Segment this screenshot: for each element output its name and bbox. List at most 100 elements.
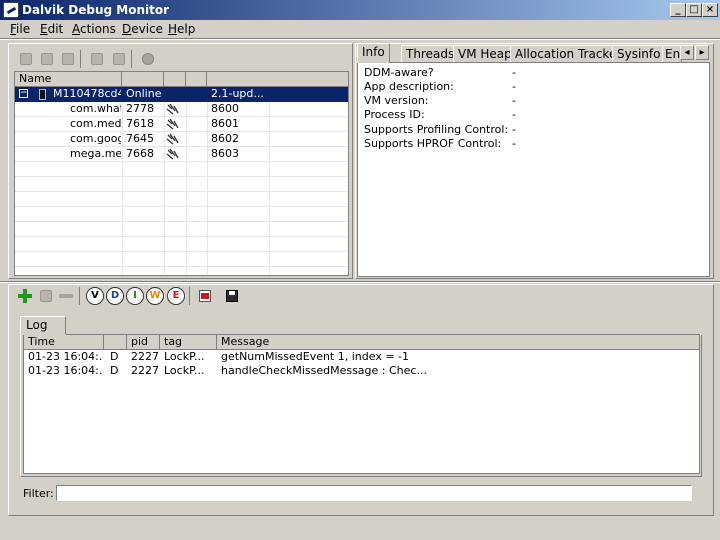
device-version: 2.1-upd... [211, 87, 264, 100]
update-heap-button[interactable] [38, 50, 56, 68]
stop-icon [142, 53, 154, 65]
log-tag: LockP... [164, 350, 205, 363]
process-name: mega.mer [70, 147, 121, 160]
verbose-level-button[interactable]: V [86, 287, 104, 305]
tab-log[interactable]: Log [20, 316, 66, 335]
info-value: - [512, 94, 516, 107]
log-pid: 2227 [131, 350, 159, 363]
info-value: - [512, 123, 516, 136]
device-status: Online [126, 87, 162, 100]
threads-icon [91, 53, 103, 65]
add-filter-button[interactable] [16, 287, 34, 305]
log-message: handleCheckMissedMessage : Chec... [221, 364, 427, 377]
column-header-message[interactable]: Message [217, 335, 699, 350]
tab-scroll-right-button[interactable]: ▸ [695, 45, 709, 60]
maximize-button[interactable]: □ [686, 3, 702, 17]
trash-can-icon [62, 53, 74, 65]
delete-filter-button[interactable] [57, 287, 75, 305]
save-log-button[interactable] [223, 287, 241, 305]
log-message: getNumMissedEvent 1, index = -1 [221, 350, 410, 363]
column-header-3[interactable] [164, 72, 186, 87]
debugger-icon [166, 103, 180, 116]
clear-log-button[interactable] [196, 287, 214, 305]
table-row[interactable]: 01-23 16:04:... D 2227 LockP... handleCh… [24, 364, 699, 379]
log-pid: 2227 [131, 364, 159, 377]
tab-emulator-control[interactable]: En [662, 45, 682, 63]
start-method-profiling-button[interactable] [110, 50, 128, 68]
column-header-name[interactable]: Name [15, 72, 122, 87]
stop-process-button[interactable] [139, 50, 157, 68]
process-port: 8603 [211, 147, 239, 160]
tab-threads[interactable]: Threads [401, 45, 460, 63]
column-header-tag[interactable]: tag [160, 335, 217, 350]
info-row-ddm: DDM-aware? - [364, 66, 516, 79]
close-button[interactable]: × [702, 3, 718, 17]
debugger-icon [166, 148, 180, 161]
table-row[interactable]: mega.mer 7668 8603 [15, 147, 348, 162]
debugger-icon [166, 118, 180, 131]
edit-filter-button[interactable] [37, 287, 55, 305]
info-level-button[interactable]: I [126, 287, 144, 305]
info-value: - [512, 66, 516, 79]
column-header-pid[interactable]: pid [127, 335, 160, 350]
table-row[interactable]: 01-23 16:04:... D 2227 LockP... getNumMi… [24, 350, 699, 365]
table-row[interactable]: com.medi 7618 8601 [15, 117, 348, 132]
title-bar[interactable]: Dalvik Debug Monitor _ □ × [0, 0, 720, 20]
debug-process-button[interactable] [17, 50, 35, 68]
warning-level-button[interactable]: W [146, 287, 164, 305]
error-level-button[interactable]: E [167, 287, 185, 305]
filter-input[interactable] [56, 485, 692, 501]
update-threads-button[interactable] [88, 50, 106, 68]
process-pid: 7618 [126, 117, 154, 130]
menu-bar: File Edit Actions Device Help [0, 20, 720, 38]
log-level: D [110, 364, 119, 377]
column-header-2[interactable] [122, 72, 164, 87]
edit-icon [40, 290, 52, 302]
info-value: - [512, 80, 516, 93]
info-row-process-id: Process ID: - [364, 108, 516, 121]
menu-actions[interactable]: Actions [72, 22, 116, 36]
column-header-4[interactable] [186, 72, 207, 87]
tab-scroll-left-button[interactable]: ◂ [680, 45, 694, 60]
window-title: Dalvik Debug Monitor [22, 3, 170, 17]
phone-icon [39, 89, 46, 100]
info-value: - [512, 137, 516, 150]
process-name: com.goog [70, 132, 121, 145]
menu-help[interactable]: Help [168, 22, 195, 36]
menu-file[interactable]: File [10, 22, 30, 36]
menu-device[interactable]: Device [122, 22, 163, 36]
tab-sysinfo[interactable]: Sysinfo [612, 45, 666, 63]
info-value: - [512, 108, 516, 121]
column-header-5[interactable] [207, 72, 348, 87]
dump-hprof-button[interactable] [59, 50, 77, 68]
table-row[interactable]: com.goog 7645 8602 [15, 132, 348, 147]
tab-allocation-tracker[interactable]: Allocation Tracker [510, 45, 627, 63]
debugger-icon [166, 133, 180, 146]
log-tag: LockP... [164, 364, 205, 377]
minimize-button[interactable]: _ [670, 3, 686, 17]
log-level: D [110, 350, 119, 363]
device-name: M110478cd41 [53, 87, 121, 100]
column-header-time[interactable]: Time [24, 335, 104, 350]
minus-icon [59, 294, 73, 298]
debug-level-button[interactable]: D [106, 287, 124, 305]
info-row-hprof-control: Supports HPROF Control: - [364, 137, 516, 150]
filter-label: Filter: [23, 487, 54, 500]
log-time: 01-23 16:04:... [28, 364, 103, 377]
device-row[interactable]: − M110478cd41 Online 2.1-upd... [15, 87, 348, 102]
bug-icon [20, 53, 32, 65]
profiling-icon [113, 53, 125, 65]
process-pid: 7668 [126, 147, 154, 160]
info-row-profiling-control: Supports Profiling Control: - [364, 123, 516, 136]
process-name: com.what [70, 102, 121, 115]
info-panel: DDM-aware? - App description: - VM version… [357, 62, 710, 277]
tab-info[interactable]: Info [357, 43, 390, 63]
collapse-toggle[interactable]: − [19, 89, 28, 98]
process-port: 8601 [211, 117, 239, 130]
info-row-app-description: App description: - [364, 80, 516, 93]
column-header-level[interactable] [104, 335, 127, 350]
table-row[interactable]: com.what 2778 8600 [15, 102, 348, 117]
tab-vm-heap[interactable]: VM Heap [453, 45, 517, 63]
menu-edit[interactable]: Edit [40, 22, 63, 36]
process-pid: 7645 [126, 132, 154, 145]
